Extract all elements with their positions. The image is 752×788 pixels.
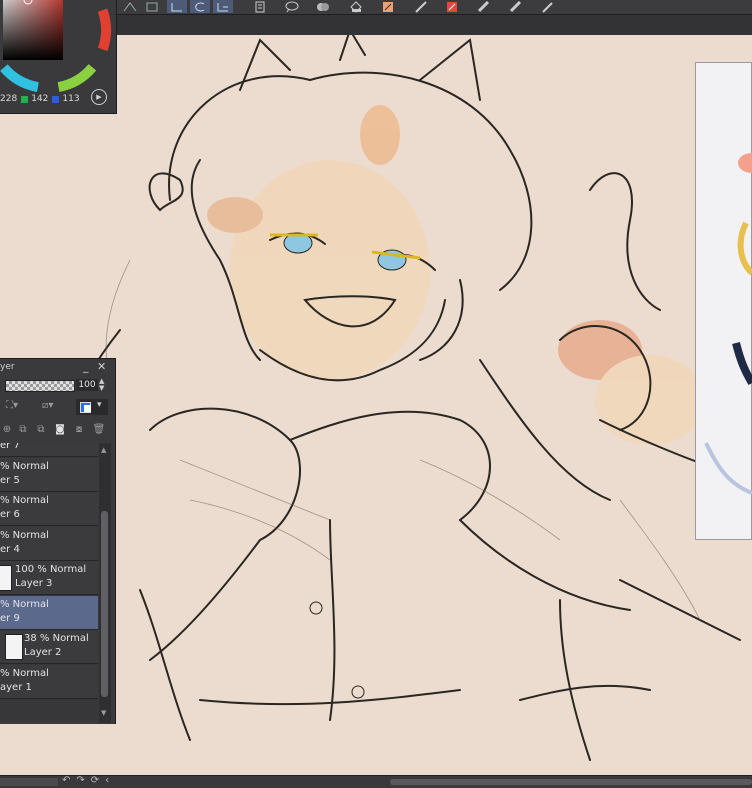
layer-row[interactable]: 38 % Normal Layer 2 bbox=[0, 630, 98, 664]
layer-blend-mode: % Normal bbox=[0, 598, 49, 610]
fill-bucket-icon[interactable] bbox=[346, 0, 366, 13]
layer-property-icon[interactable] bbox=[250, 0, 270, 13]
layer-blend-mode: % Normal bbox=[0, 495, 49, 506]
new-layer-icon[interactable]: ⊕ bbox=[0, 423, 14, 437]
g-swatch bbox=[21, 95, 29, 103]
layer-row[interactable]: % Normal ayer 1 bbox=[0, 664, 98, 699]
layer-color-selector[interactable]: ▾ bbox=[76, 399, 108, 415]
ellipse-marquee-icon[interactable] bbox=[190, 0, 210, 13]
layer-row[interactable]: er 7 bbox=[0, 443, 98, 457]
rect-marquee-icon[interactable] bbox=[167, 0, 187, 13]
layer-name: er 7 bbox=[0, 443, 20, 451]
reference-window[interactable] bbox=[695, 62, 752, 540]
reference-image bbox=[704, 153, 752, 495]
layer-row[interactable]: % Normal er 9 bbox=[0, 595, 98, 630]
r-value: 228 bbox=[0, 94, 18, 104]
scroll-down-icon[interactable]: ▼ bbox=[101, 709, 106, 717]
new-folder-icon[interactable]: ⧉ bbox=[34, 423, 48, 437]
g-value: 142 bbox=[31, 94, 49, 104]
scroll-thumb[interactable] bbox=[101, 511, 108, 697]
layer-panel-title: yer bbox=[0, 362, 15, 372]
minimize-icon[interactable]: _ bbox=[83, 360, 89, 373]
square-select-icon[interactable] bbox=[142, 0, 162, 13]
layer-row[interactable]: % Normal er 5 bbox=[0, 457, 98, 492]
cloud-icon[interactable] bbox=[313, 0, 333, 13]
layer-thumbnail bbox=[0, 565, 12, 591]
color-mode-play-icon[interactable]: ▶ bbox=[91, 89, 107, 105]
layer-blend-mode: 38 % Normal bbox=[24, 633, 89, 644]
horizontal-scrollbar[interactable] bbox=[390, 779, 752, 785]
trash-icon[interactable]: 🗑 bbox=[92, 423, 106, 437]
layer-tools-row: ⊕ ⧉ ⧉ ◙ ⧇ 🗑 bbox=[0, 421, 115, 441]
layer-row[interactable]: % Normal er 4 bbox=[0, 526, 98, 561]
bottom-status-bar: ↶↷⟳‹ bbox=[0, 775, 752, 788]
mask-mode-icon[interactable]: ⧄▾ bbox=[42, 400, 53, 414]
pen-icon[interactable] bbox=[411, 0, 431, 13]
speech-bubble-icon[interactable] bbox=[282, 0, 302, 13]
layer-name: er 5 bbox=[0, 474, 20, 486]
ruler-alt-icon[interactable] bbox=[506, 0, 526, 13]
layer-blend-mode: % Normal bbox=[0, 529, 49, 541]
layer-name: Layer 2 bbox=[24, 647, 62, 658]
rotate-icons[interactable]: ↶↷⟳‹ bbox=[62, 775, 115, 786]
pencil-icon[interactable] bbox=[538, 0, 558, 13]
layer-blend-mode: % Normal bbox=[0, 460, 49, 472]
layer-blend-mode: 100 % Normal bbox=[15, 564, 87, 575]
color-wheel[interactable] bbox=[0, 0, 118, 100]
layer-name: ayer 1 bbox=[0, 681, 32, 693]
close-icon[interactable]: ✕ bbox=[97, 360, 106, 373]
layer-name: er 9 bbox=[0, 612, 20, 624]
layer-row[interactable]: 100 % Normal Layer 3 bbox=[0, 561, 98, 595]
scroll-up-icon[interactable]: ▲ bbox=[101, 446, 106, 454]
mask-icon[interactable]: ◙ bbox=[53, 423, 67, 437]
opacity-row: 100 ▲ ▼ bbox=[0, 377, 115, 393]
layer-panel: yer _ ✕ 100 ▲ ▼ ⛶▾ ⧄▾ ▾ ⊕ ⧉ ⧉ ◙ ⧇ 🗑 er 7%… bbox=[0, 358, 116, 724]
layer-name: Layer 3 bbox=[15, 578, 53, 589]
b-value: 113 bbox=[62, 94, 80, 104]
layer-row[interactable]: % Normal er 6 bbox=[0, 492, 98, 526]
b-swatch bbox=[52, 95, 60, 103]
layer-scrollbar[interactable]: ▲ ▼ bbox=[99, 443, 111, 723]
layer-list: er 7 % Normal er 5 % Normal er 6 % Normal er 4… bbox=[0, 443, 98, 721]
opacity-value[interactable]: 100 bbox=[76, 379, 98, 391]
new-vector-layer-icon[interactable]: ⧉ bbox=[16, 423, 30, 437]
layer-name: er 4 bbox=[0, 543, 20, 555]
opacity-stepper-icon[interactable]: ▲ ▼ bbox=[99, 378, 104, 392]
rgb-readout: 228 142 113 bbox=[0, 93, 80, 105]
lasso-marquee-icon[interactable] bbox=[213, 0, 233, 13]
copy-layer-icon[interactable]: ⧇ bbox=[72, 423, 86, 437]
selection-tool-icon[interactable] bbox=[120, 0, 140, 13]
brush-icon[interactable] bbox=[442, 0, 462, 13]
layer-name: er 6 bbox=[0, 509, 20, 520]
layer-lock-icon[interactable]: ⛶▾ bbox=[6, 400, 18, 414]
eraser-icon[interactable] bbox=[378, 0, 398, 13]
layer-blend-mode: % Normal bbox=[0, 667, 49, 679]
ruler-icon[interactable] bbox=[474, 0, 494, 13]
layer-thumbnail bbox=[5, 634, 23, 660]
opacity-slider[interactable] bbox=[5, 380, 75, 392]
navigator-strip[interactable] bbox=[0, 778, 58, 786]
color-panel: 228 142 113 ▶ bbox=[0, 0, 117, 114]
